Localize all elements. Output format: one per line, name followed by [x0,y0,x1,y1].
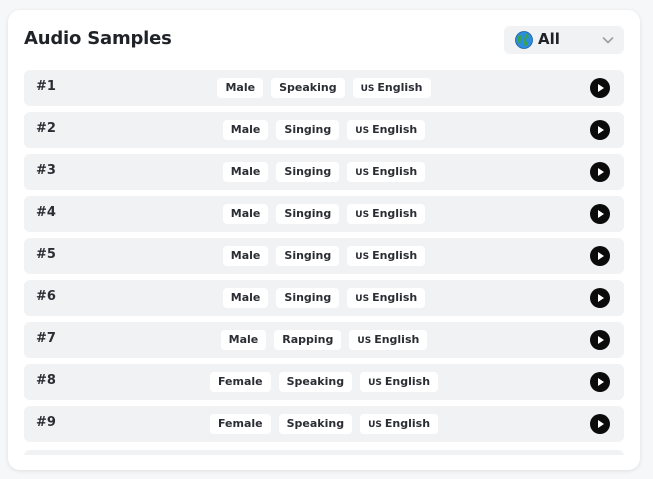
gender-tag: Female [209,372,271,392]
style-tag: Speaking [271,78,345,98]
sample-tags: Male Singing US English [24,246,624,266]
us-flag-icon: US [357,336,372,346]
list-item: #4 Male Singing US English [24,196,624,232]
card-header: Audio Samples All [24,26,624,56]
us-flag-icon: US [360,84,375,94]
play-icon [598,84,604,92]
language-label: English [372,249,418,262]
language-label: English [372,165,418,178]
language-label: English [372,207,418,220]
language-label: English [374,333,420,346]
language-label: English [377,81,423,94]
language-tag: US English [347,204,426,224]
play-icon [598,252,604,260]
language-tag: US English [347,162,426,182]
list-item: #1 Male Speaking US English [24,70,624,106]
language-label: English [372,291,418,304]
play-icon [598,168,604,176]
play-button[interactable] [590,120,610,140]
sample-tags: Male Singing US English [24,162,624,182]
chevron-down-icon [602,37,614,44]
style-tag: Speaking [278,372,353,392]
style-tag: Singing [276,162,340,182]
language-tag: US English [360,372,439,392]
style-tag: Singing [276,120,340,140]
gender-tag: Male [222,120,269,140]
language-tag: US English [347,246,426,266]
us-flag-icon: US [355,168,370,178]
play-icon [598,210,604,218]
gender-tag: Male [222,246,269,266]
play-icon [598,420,604,428]
us-flag-icon: US [355,294,370,304]
language-filter-dropdown[interactable]: All [504,26,624,54]
audio-samples-card: Audio Samples All #1 Male Speaking US Eng… [8,10,640,470]
play-button[interactable] [590,372,610,392]
play-icon [598,126,604,134]
language-tag: US English [347,120,426,140]
sample-tags: Female Speaking US English [24,372,624,392]
play-icon [598,294,604,302]
play-button[interactable] [590,246,610,266]
gender-tag: Female [209,414,271,434]
sample-list: #1 Male Speaking US English #2 Male Singi… [24,70,624,455]
gender-tag: Male [222,162,269,182]
sample-tags: Male Speaking US English [24,78,624,98]
list-item: #3 Male Singing US English [24,154,624,190]
list-item: #2 Male Singing US English [24,112,624,148]
language-label: English [384,417,431,430]
globe-icon [515,31,533,49]
list-item: #9 Female Speaking US English [24,406,624,442]
style-tag: Speaking [278,414,353,434]
sample-tags: Male Rapping US English [24,330,624,350]
play-icon [598,378,604,386]
us-flag-icon: US [355,252,370,262]
play-button[interactable] [590,414,610,434]
play-button[interactable] [590,78,610,98]
language-label: English [372,123,418,136]
gender-tag: Male [220,330,267,350]
gender-tag: Male [222,288,269,308]
us-flag-icon: US [355,126,370,136]
us-flag-icon: US [368,420,382,430]
page-title: Audio Samples [24,28,172,49]
play-icon [598,336,604,344]
play-button[interactable] [590,204,610,224]
language-tag: US English [360,414,439,434]
language-label: English [384,375,431,388]
filter-selected-value: All [538,30,560,48]
list-item: #8 Female Speaking US English [24,364,624,400]
list-item [24,450,624,455]
language-tag: US English [349,330,428,350]
gender-tag: Male [222,204,269,224]
sample-tags: Male Singing US English [24,204,624,224]
list-item: #5 Male Singing US English [24,238,624,274]
sample-tags: Male Singing US English [24,120,624,140]
us-flag-icon: US [368,378,382,388]
sample-tags: Female Speaking US English [24,414,624,434]
play-button[interactable] [590,330,610,350]
play-button[interactable] [590,162,610,182]
list-item: #6 Male Singing US English [24,280,624,316]
style-tag: Singing [276,246,340,266]
list-item: #7 Male Rapping US English [24,322,624,358]
style-tag: Singing [276,204,340,224]
style-tag: Rapping [274,330,342,350]
gender-tag: Male [217,78,264,98]
sample-tags: Male Singing US English [24,288,624,308]
us-flag-icon: US [355,210,370,220]
style-tag: Singing [276,288,340,308]
language-tag: US English [352,78,431,98]
play-button[interactable] [590,288,610,308]
language-tag: US English [347,288,426,308]
